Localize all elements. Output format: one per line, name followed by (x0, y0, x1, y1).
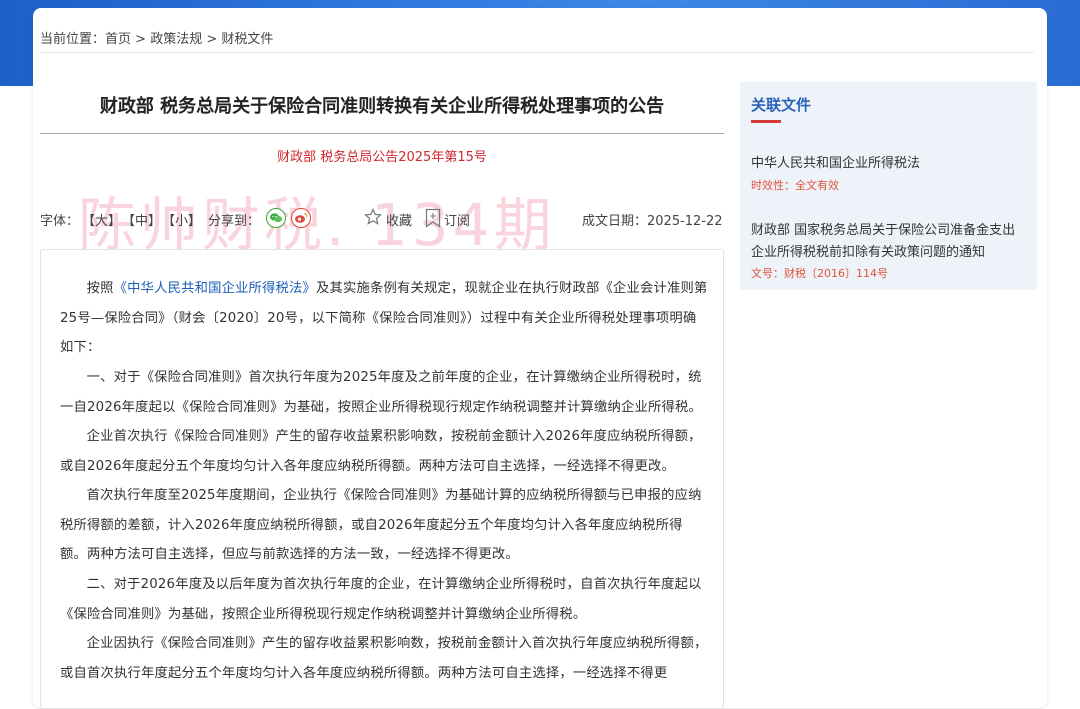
related-file-meta: 时效性：全文有效 (751, 179, 839, 192)
paragraph-text: 按照 (86, 281, 114, 296)
font-large-button[interactable]: 【大】 (82, 210, 121, 229)
related-file-meta: 文号：财税〔2016〕114号 (751, 267, 888, 280)
wechat-share-icon[interactable] (266, 208, 286, 228)
body-paragraph: 按照《中华人民共和国企业所得税法》及其实施条例有关规定，现就企业在执行财政部《企… (60, 274, 708, 363)
font-size-label: 字体： (40, 214, 80, 229)
breadcrumb-divider (40, 52, 1034, 53)
breadcrumb-current-link[interactable]: 财税文件 (221, 28, 273, 47)
breadcrumb-prefix: 当前位置： (40, 32, 106, 47)
document-number: 财政部 税务总局公告2025年第15号 (277, 150, 487, 165)
subscribe-button[interactable]: 订阅 (444, 210, 470, 229)
body-paragraph: 企业首次执行《保险合同准则》产生的留存收益累积影响数，按税前金额计入2026年度… (60, 429, 702, 474)
weibo-share-icon[interactable] (291, 208, 311, 228)
font-small-button[interactable]: 【小】 (162, 210, 201, 229)
share-label: 分享到： (208, 214, 261, 229)
related-file-link[interactable]: 中华人民共和国企业所得税法 (751, 153, 1027, 175)
body-paragraph: 首次执行年度至2025年度期间，企业执行《保险合同准则》为基础计算的应纳税所得额… (60, 488, 702, 563)
body-paragraph: 企业因执行《保险合同准则》产生的留存收益累积影响数，按税前金额计入首次执行年度应… (60, 636, 708, 681)
title-divider (40, 133, 724, 134)
page-title: 财政部 税务总局关于保险合同准则转换有关企业所得税处理事项的公告 (99, 96, 665, 117)
breadcrumb: 当前位置：首页 > 政策法规 > 财税文件 (40, 28, 273, 47)
body-paragraph: 二、对于2026年度及以后年度为首次执行年度的企业，在计算缴纳企业所得税时，自首… (60, 577, 702, 622)
related-file-link[interactable]: 财政部 国家税务总局关于保险公司准备金支出企业所得税税前扣除有关政策问题的通知 (751, 220, 1027, 264)
body-paragraph: 一、对于《保险合同准则》首次执行年度为2025年度及之前年度的企业，在计算缴纳企… (60, 370, 702, 415)
breadcrumb-separator: > (202, 32, 222, 47)
star-icon[interactable] (364, 208, 382, 230)
breadcrumb-separator: > (131, 32, 151, 47)
article-toolbar: 字体： 【大】 【中】 【小】 分享到： 收藏 订阅 成文日期：2025-12-… (40, 208, 726, 230)
bookmark-icon[interactable] (424, 208, 442, 232)
law-link[interactable]: 《中华人民共和国企业所得税法》 (114, 281, 316, 296)
related-files-heading: 关联文件 (751, 96, 812, 114)
font-medium-button[interactable]: 【中】 (122, 210, 161, 229)
breadcrumb-section-link[interactable]: 政策法规 (150, 28, 202, 47)
breadcrumb-home-link[interactable]: 首页 (105, 28, 131, 47)
collect-button[interactable]: 收藏 (386, 210, 412, 229)
document-date: 成文日期：2025-12-22 (582, 214, 723, 229)
heading-accent-bar (751, 120, 781, 123)
